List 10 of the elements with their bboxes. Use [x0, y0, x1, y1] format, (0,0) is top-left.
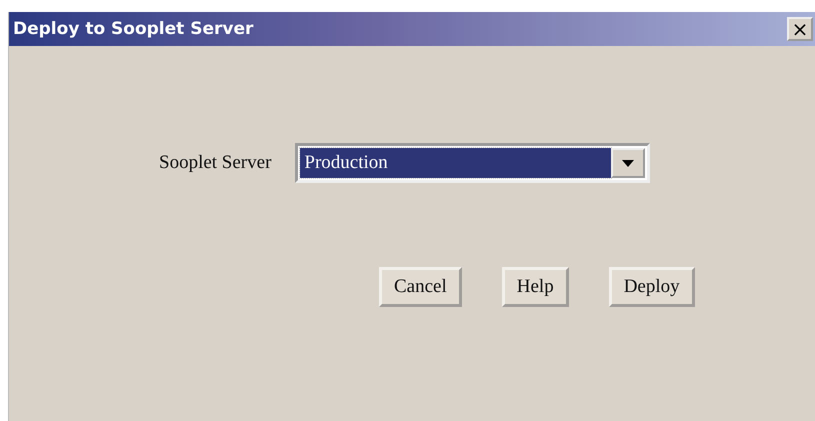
dialog-button[interactable]: Cancel [379, 267, 462, 307]
dropdown-value: Production [300, 148, 612, 178]
field-label: Sooplet Server [159, 152, 272, 174]
dialog-button[interactable]: Help [502, 267, 569, 307]
close-button[interactable]: × [787, 17, 813, 41]
caret-icon [622, 160, 634, 166]
dropdown-arrow-button[interactable] [611, 148, 646, 178]
window-title: Deploy to Sooplet Server [13, 19, 254, 39]
dialog-button[interactable]: Deploy [608, 267, 695, 307]
server-dropdown[interactable]: Production [295, 143, 650, 183]
